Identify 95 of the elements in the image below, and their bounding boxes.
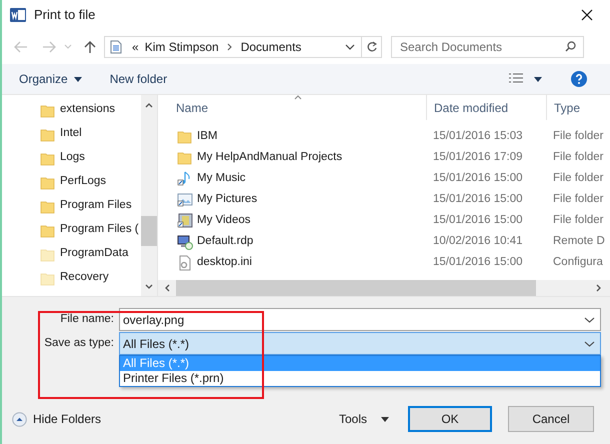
file-type: File folder — [552, 128, 604, 144]
settings-file-icon — [177, 254, 193, 270]
vertical-scrollbar[interactable] — [141, 95, 157, 296]
file-row[interactable]: My HelpAndManual Projects 15/01/2016 17:09 File folder — [158, 147, 610, 168]
scroll-down-icon — [145, 284, 153, 290]
nav-tree-item[interactable]: Program Files ( — [40, 218, 141, 242]
overflow-chevron[interactable]: « — [132, 38, 139, 56]
file-row[interactable]: My Videos 15/01/2016 15:00 File folder — [158, 210, 610, 231]
file-row[interactable]: desktop.ini 15/01/2016 15:00 Configura — [158, 252, 610, 273]
date-modified: 15/01/2016 15:03 — [432, 128, 524, 144]
file-type: Configura — [552, 254, 603, 270]
file-name: My HelpAndManual Projects — [197, 150, 342, 165]
window-title: Print to file — [34, 6, 96, 24]
view-options-icon[interactable] — [508, 73, 524, 85]
ok-button[interactable]: OK — [408, 406, 492, 432]
save-as-type-dropdown[interactable]: All Files (*.*) — [119, 332, 601, 355]
collapse-icon — [12, 412, 27, 426]
folder-icon — [40, 126, 55, 142]
nav-tree-item[interactable]: Recovery — [40, 266, 141, 290]
file-row[interactable]: My Music 15/01/2016 15:00 File folder — [158, 168, 610, 189]
refresh-icon[interactable] — [366, 41, 377, 53]
field-label: File name: — [59, 312, 115, 327]
document-icon — [110, 40, 122, 54]
tools-menu-button[interactable]: Tools — [338, 410, 389, 428]
file-type: File folder — [552, 212, 604, 228]
address-bar[interactable]: « Kim Stimpson Documents — [104, 36, 382, 58]
hide-folders-button[interactable]: Hide Folders — [12, 410, 102, 428]
breadcrumb-item[interactable]: Documents — [240, 38, 302, 56]
date-modified: 10/02/2016 10:41 — [432, 234, 524, 249]
column-header[interactable]: Type — [546, 95, 610, 120]
dropdown-chevron-icon — [584, 340, 595, 346]
folder-icon — [40, 174, 55, 190]
scroll-right-icon — [596, 284, 602, 292]
faded-folder-icon — [40, 246, 55, 262]
nav-tree-item[interactable]: extensions — [40, 98, 141, 122]
folder-icon — [177, 150, 193, 166]
date-modified: 15/01/2016 15:00 — [432, 192, 524, 207]
folder-icon — [40, 102, 55, 118]
close-icon[interactable] — [580, 8, 594, 22]
scroll-up-icon — [145, 102, 153, 108]
help-icon[interactable] — [571, 71, 587, 87]
search-field[interactable]: Search Documents — [391, 36, 584, 58]
remote-desktop-icon — [177, 234, 193, 250]
caret-icon[interactable] — [534, 76, 542, 82]
dropdown-chevron-icon[interactable] — [345, 44, 355, 50]
caret-icon — [74, 76, 82, 82]
file-row[interactable]: IBM 15/01/2016 15:03 File folder — [158, 126, 610, 147]
file-name: My Pictures — [197, 192, 258, 207]
date-modified: 15/01/2016 15:00 — [432, 170, 524, 186]
column-header[interactable]: Name — [158, 95, 426, 120]
sort-indicator-icon — [294, 95, 302, 100]
folder-icon — [177, 128, 193, 144]
file-type: Remote D — [552, 234, 605, 249]
file-name: My Videos — [197, 212, 250, 228]
nav-tree-item[interactable]: PerfLogs — [40, 170, 141, 194]
column-header[interactable]: Date modified — [426, 95, 546, 120]
nav-tree-item[interactable]: Logs — [40, 146, 141, 170]
file-row[interactable]: Default.rdp 10/02/2016 10:41 Remote D — [158, 231, 610, 252]
horizontal-scrollbar[interactable] — [158, 280, 610, 296]
breadcrumb-item[interactable]: Kim Stimpson — [144, 38, 219, 56]
file-name: IBM — [197, 128, 218, 144]
scroll-left-icon — [164, 284, 170, 292]
cancel-button[interactable]: Cancel — [508, 406, 594, 432]
breadcrumb-chevron-icon — [226, 43, 233, 51]
word-app-icon — [10, 7, 26, 23]
new-folder-button[interactable]: New folder — [110, 70, 168, 88]
file-type: File folder — [552, 150, 604, 165]
file-name: Default.rdp — [197, 234, 254, 249]
date-modified: 15/01/2016 15:00 — [432, 254, 524, 270]
file-name: desktop.ini — [197, 254, 252, 270]
dropdown-option[interactable]: Printer Files (*.prn) — [120, 371, 600, 386]
field-label: Save as type: — [43, 336, 115, 351]
scrollbar-thumb[interactable] — [176, 280, 536, 296]
file-row[interactable]: My Pictures 15/01/2016 15:00 File folder — [158, 189, 610, 210]
nav-tree-item[interactable]: ProgramData — [40, 242, 141, 266]
folder-icon — [40, 150, 55, 166]
date-modified: 15/01/2016 17:09 — [432, 150, 524, 165]
dropdown-chevron-icon — [584, 316, 595, 322]
date-modified: 15/01/2016 15:00 — [432, 212, 524, 228]
film-strip-icon — [177, 212, 193, 228]
nav-tree-item[interactable]: Program Files — [40, 194, 141, 218]
nav-tree-item[interactable]: Intel — [40, 122, 141, 146]
file-name: My Music — [197, 170, 246, 186]
file-name-field[interactable]: overlay.png — [119, 308, 601, 331]
file-type: File folder — [552, 170, 604, 186]
caret-icon — [381, 416, 389, 422]
file-type: File folder — [552, 192, 604, 207]
picture-icon — [177, 192, 193, 208]
folder-icon — [40, 222, 55, 238]
organize-menu-button[interactable]: Organize — [19, 70, 82, 88]
scrollbar-thumb[interactable] — [141, 216, 157, 246]
up-arrow-icon[interactable] — [84, 40, 96, 54]
folder-icon — [40, 198, 55, 214]
search-icon — [565, 41, 576, 52]
faded-folder-icon — [40, 270, 55, 286]
